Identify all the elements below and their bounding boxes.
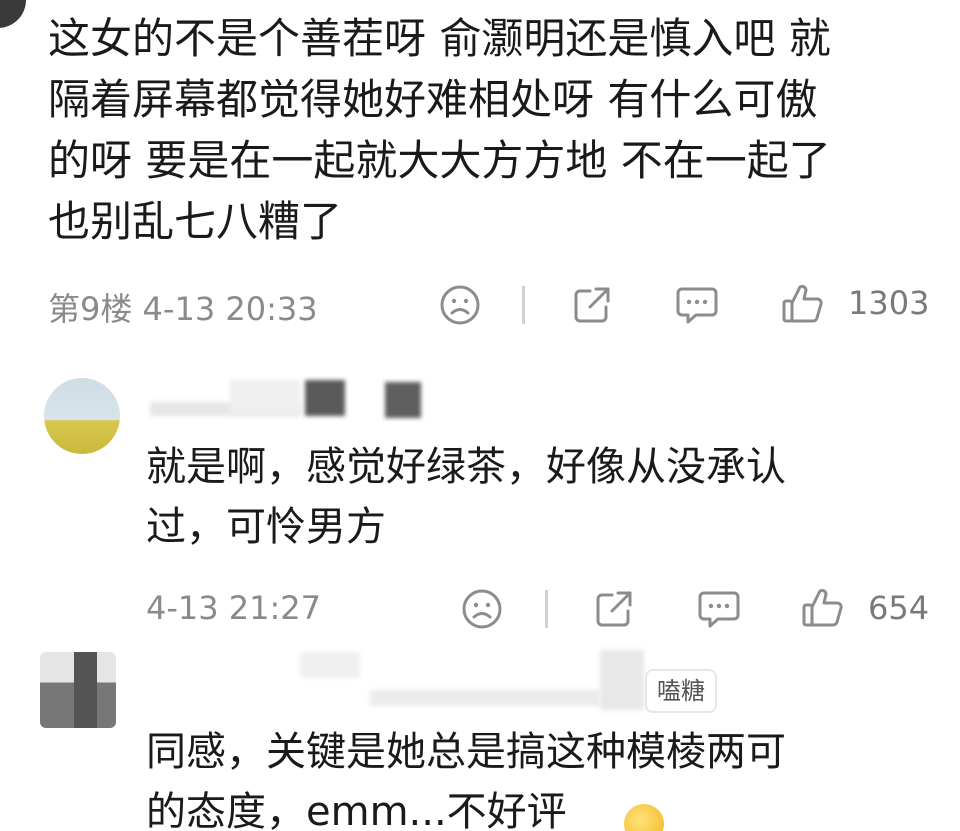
avatar[interactable] <box>0 0 26 28</box>
floor-and-time: 第9楼 4-13 20:33 <box>48 284 318 330</box>
blurred-username <box>385 382 421 418</box>
divider <box>522 286 525 324</box>
reply-body: 同感，关键是她总是搞这种模棱两可 的态度，emm...不好评 <box>146 722 786 831</box>
avatar[interactable] <box>40 652 116 728</box>
reply-line: 过，可怜男方 <box>146 504 386 550</box>
blurred-username <box>600 650 644 710</box>
comment-line: 这女的不是个善茬呀 俞灏明还是慎入吧 就 <box>48 14 831 63</box>
share-icon[interactable] <box>592 587 636 631</box>
divider <box>545 590 548 628</box>
share-icon[interactable] <box>570 283 614 327</box>
comment-thread: 这女的不是个善茬呀 俞灏明还是慎入吧 就 隔着屏幕都觉得她好难相处呀 有什么可傲… <box>0 0 960 831</box>
thumbs-up-icon[interactable] <box>780 281 826 327</box>
reply-line: 就是啊，感觉好绿茶，好像从没承认 <box>146 444 786 490</box>
comment-body: 这女的不是个善茬呀 俞灏明还是慎入吧 就 隔着屏幕都觉得她好难相处呀 有什么可傲… <box>48 8 928 252</box>
dislike-face-icon[interactable] <box>438 283 482 327</box>
reply-line: 同感，关键是她总是搞这种模棱两可 <box>146 729 786 775</box>
comment-icon[interactable] <box>674 283 720 327</box>
timestamp: 4-13 21:27 <box>146 589 322 627</box>
dislike-face-icon[interactable] <box>460 587 504 631</box>
reply-body: 就是啊，感觉好绿茶，好像从没承认 过，可怜男方 <box>146 437 786 557</box>
floor-label: 第9楼 <box>48 290 133 328</box>
comment-line: 隔着屏幕都觉得她好难相处呀 有什么可傲 <box>48 75 818 124</box>
comment-line: 的呀 要是在一起就大大方方地 不在一起了 <box>48 136 831 185</box>
blurred-username <box>300 652 360 678</box>
like-count: 1303 <box>848 284 930 322</box>
blurred-username <box>370 690 600 706</box>
blurred-username <box>230 380 300 416</box>
reply-line: 的态度，emm...不好评 <box>146 789 567 831</box>
like-count: 654 <box>868 589 930 627</box>
avatar[interactable] <box>44 378 120 454</box>
comment-icon[interactable] <box>696 587 742 631</box>
user-badge: 嗑糖 <box>645 669 717 713</box>
blurred-username <box>305 380 345 416</box>
comment-line: 也别乱七八糟了 <box>48 197 343 246</box>
thumbs-up-icon[interactable] <box>800 585 846 631</box>
timestamp: 4-13 20:33 <box>142 290 318 328</box>
